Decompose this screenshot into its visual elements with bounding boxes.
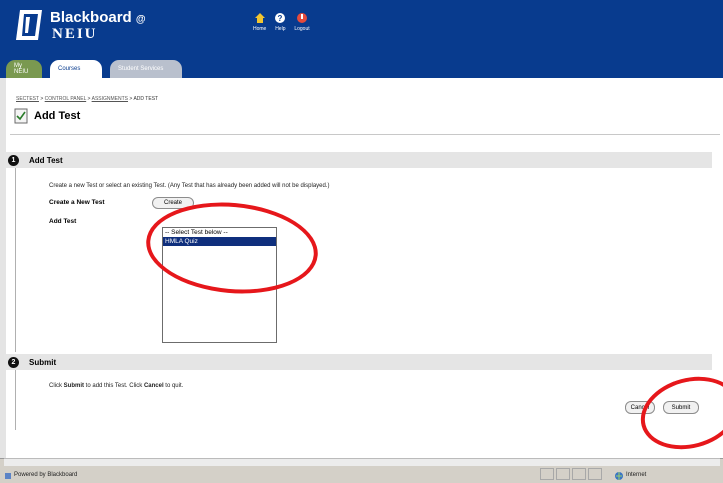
section-connector [15, 168, 16, 352]
submit-instructions: Click Submit to add this Test. Click Can… [49, 383, 183, 389]
breadcrumb-assignments[interactable]: ASSIGNMENTS [92, 96, 128, 102]
status-cell [588, 468, 602, 480]
breadcrumb-course[interactable]: SECTEST [16, 96, 39, 102]
header-bar: Blackboard @ NEIU Home ? Help Logout My … [0, 0, 723, 78]
help-icon: ? [275, 13, 286, 23]
page-title: Add Test [34, 110, 81, 122]
step-number-2: 2 [8, 356, 19, 368]
add-test-label: Add Test [49, 218, 77, 225]
page-title-row: Add Test [14, 108, 80, 124]
logo-line1: Blackboard [50, 9, 132, 26]
logo-text: Blackboard @ [50, 9, 146, 26]
test-icon [14, 108, 28, 124]
logout-link-label: Logout [294, 26, 310, 32]
page-icon [5, 473, 11, 479]
tab-my-neiu[interactable]: My NEIU [6, 60, 42, 78]
main-content: SECTEST > CONTROL PANEL > ASSIGNMENTS > … [0, 78, 723, 458]
tab-student-services[interactable]: Student Services [110, 60, 182, 78]
logout-link[interactable]: Logout [294, 12, 310, 32]
breadcrumb-control-panel[interactable]: CONTROL PANEL [45, 96, 87, 102]
submit-instr-text: to quit. [163, 383, 184, 389]
section-add-test-header: 1 Add Test [4, 152, 712, 168]
logo-at: @ [135, 14, 146, 25]
status-text: Powered by Blackboard [14, 472, 78, 478]
submit-instr-text: Click [49, 383, 64, 389]
status-cell [572, 468, 586, 480]
logout-icon [296, 13, 307, 23]
help-link[interactable]: ? Help [274, 12, 286, 32]
home-link-label: Home [253, 26, 267, 32]
top-links: Home ? Help Logout [253, 12, 310, 32]
tab-bar: My NEIU Courses Student Services [0, 60, 182, 78]
internet-zone-icon [615, 472, 623, 480]
svg-text:?: ? [278, 14, 283, 23]
blackboard-logo [16, 10, 42, 40]
section-connector [15, 370, 16, 430]
section-add-test-title: Add Test [29, 155, 63, 165]
submit-instr-bold: Submit [63, 383, 85, 389]
logo-line2: NEIU [52, 26, 98, 42]
breadcrumb-current: ADD TEST [133, 96, 159, 102]
status-cell [556, 468, 570, 480]
cancel-instr-bold: Cancel [143, 383, 164, 389]
create-new-test-label: Create a New Test [49, 199, 105, 206]
section-submit-header: 2 Submit [4, 354, 712, 370]
status-cell [540, 468, 554, 480]
divider [10, 134, 720, 135]
add-test-instructions: Create a new Test or select an existing … [49, 183, 330, 189]
submit-instr-text: to add this Test. Click [84, 383, 144, 389]
home-icon [254, 13, 265, 23]
horizontal-scrollbar[interactable] [4, 458, 720, 466]
home-link[interactable]: Home [253, 12, 266, 32]
tab-courses[interactable]: Courses [50, 60, 102, 78]
step-number-1: 1 [8, 154, 19, 166]
breadcrumb: SECTEST > CONTROL PANEL > ASSIGNMENTS > … [16, 96, 158, 102]
section-submit-title: Submit [29, 357, 57, 367]
help-link-label: Help [275, 26, 286, 32]
status-zone-label: Internet [626, 472, 647, 478]
